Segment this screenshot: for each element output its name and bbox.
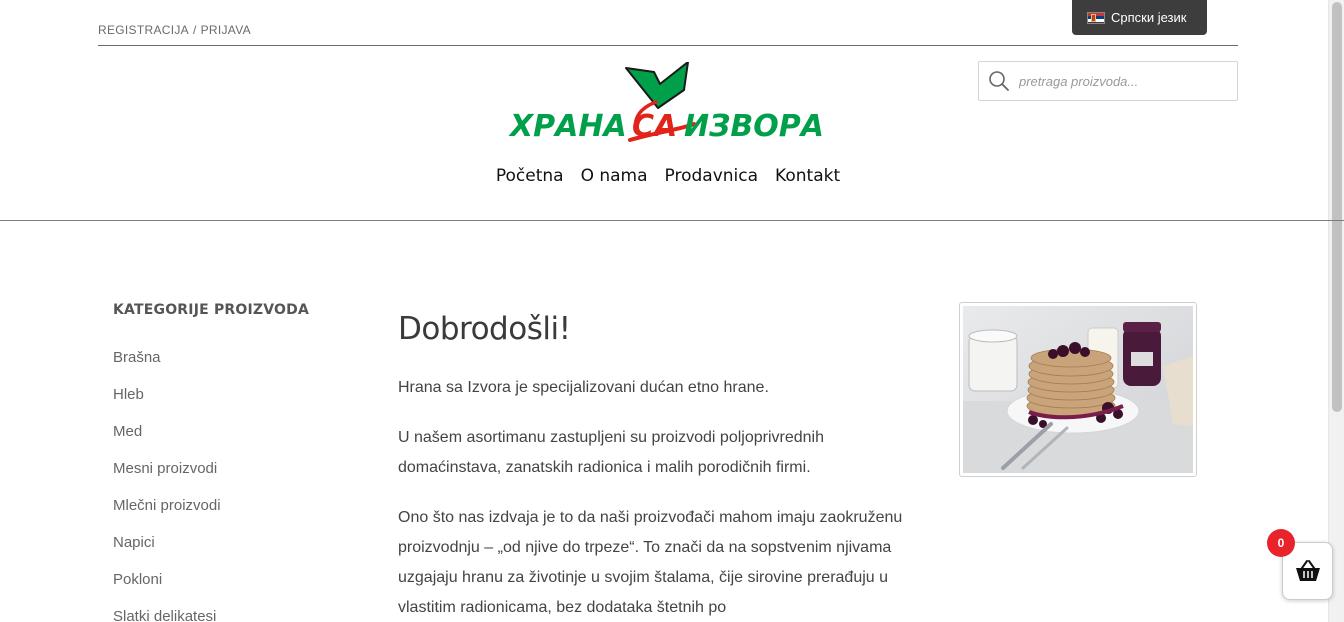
header-divider xyxy=(0,220,1344,221)
search-input[interactable] xyxy=(1019,73,1219,89)
category-link-med[interactable]: Med xyxy=(113,423,142,440)
main-nav: Početna O nama Prodavnica Kontakt xyxy=(0,166,1336,186)
site-logo[interactable]: ХРАНА СА ИЗВОРА xyxy=(508,61,828,144)
nav-item-kontakt[interactable]: Kontakt xyxy=(775,166,840,186)
category-item: Brašna xyxy=(113,349,221,386)
intro-paragraph: U našem asortimanu zastupljeni su proizv… xyxy=(398,429,824,476)
shopping-basket-icon xyxy=(1295,560,1320,581)
pancakes-photo xyxy=(963,306,1193,473)
category-link-slatki[interactable]: Slatki delikatesi xyxy=(113,608,216,622)
register-link[interactable]: REGISTRACIJA xyxy=(98,23,189,37)
language-label: Српски језик xyxy=(1111,10,1187,25)
category-list: Brašna Hleb Med Mesni proizvodi Mlečni p… xyxy=(113,349,221,622)
nav-item-o-nama[interactable]: O nama xyxy=(581,166,648,186)
product-search[interactable] xyxy=(978,61,1238,101)
scrollbar-thumb[interactable] xyxy=(1332,2,1342,412)
intro-paragraph: Ono što nas izdvaja je to da naši proizv… xyxy=(398,509,903,616)
category-link-hleb[interactable]: Hleb xyxy=(113,386,144,403)
category-item: Med xyxy=(113,423,221,460)
page-title: Dobrodošli! xyxy=(398,311,571,347)
category-link-brasna[interactable]: Brašna xyxy=(113,349,161,366)
logo-text-hrana: ХРАНА xyxy=(508,109,627,142)
search-icon[interactable] xyxy=(979,70,1019,92)
page-scrollbar[interactable] xyxy=(1328,0,1344,622)
category-item: Pokloni xyxy=(113,571,221,608)
category-link-mesni[interactable]: Mesni proizvodi xyxy=(113,460,217,477)
intro-paragraph: Hrana sa Izvora je specijalizovani dućan… xyxy=(398,379,769,396)
category-item: Slatki delikatesi xyxy=(113,608,221,622)
category-link-pokloni[interactable]: Pokloni xyxy=(113,571,162,588)
category-link-napici[interactable]: Napici xyxy=(113,534,155,551)
category-item: Mlečni proizvodi xyxy=(113,497,221,534)
login-link[interactable]: PRIJAVA xyxy=(201,23,251,37)
nav-item-prodavnica[interactable]: Prodavnica xyxy=(665,166,759,186)
category-item: Mesni proizvodi xyxy=(113,460,221,497)
language-switcher[interactable]: Српски језик xyxy=(1072,0,1207,35)
category-link-mlecni[interactable]: Mlečni proizvodi xyxy=(113,497,221,514)
intro-content: Hrana sa Izvora je specijalizovani dućan… xyxy=(398,373,928,622)
nav-item-pocetna[interactable]: Početna xyxy=(496,166,564,186)
category-item: Hleb xyxy=(113,386,221,423)
serbia-flag-icon xyxy=(1087,11,1105,24)
featured-image xyxy=(959,302,1197,477)
category-item: Napici xyxy=(113,534,221,571)
categories-title: KATEGORIJE PROIZVODA xyxy=(113,302,309,318)
auth-separator: / xyxy=(192,23,197,37)
logo-text-sa: СА xyxy=(632,109,677,142)
cart-count-badge: 0 xyxy=(1267,529,1295,557)
auth-links: REGISTRACIJA / PRIJAVA xyxy=(98,23,251,37)
logo-text-izvora: ИЗВОРА xyxy=(684,109,824,142)
top-divider xyxy=(98,45,1238,46)
